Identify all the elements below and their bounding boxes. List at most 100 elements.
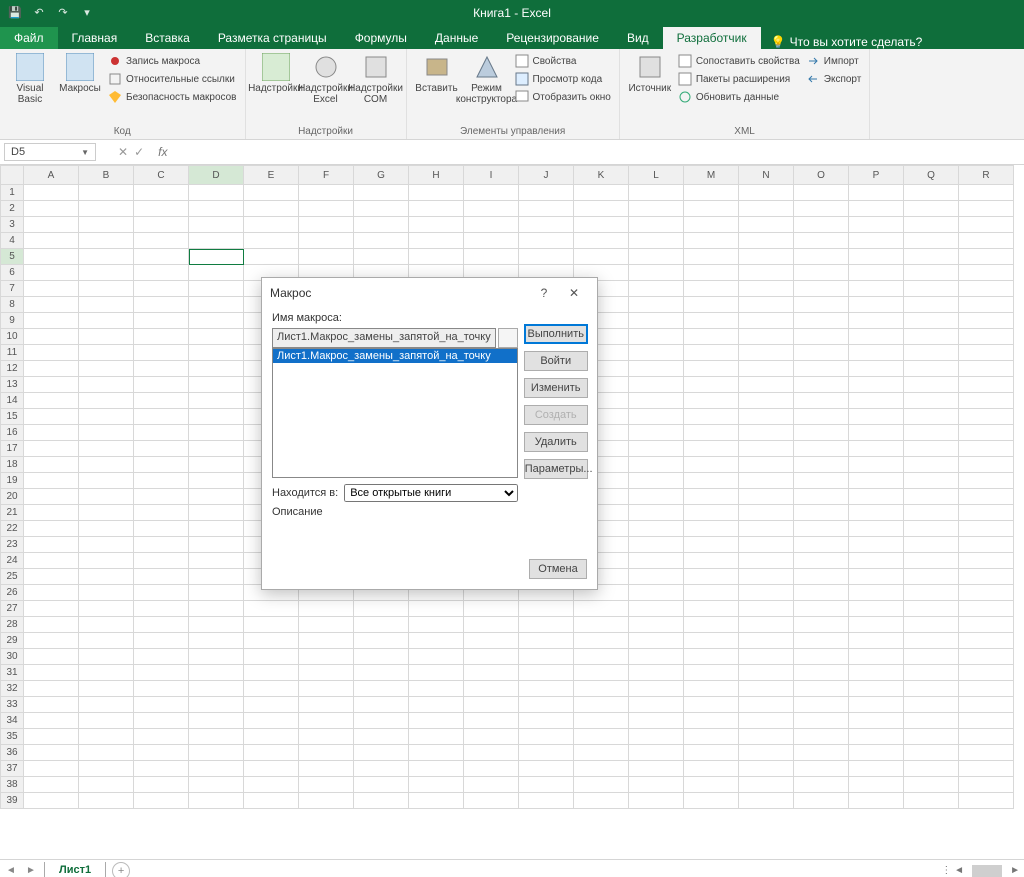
cell[interactable] bbox=[959, 633, 1014, 649]
row-header[interactable]: 22 bbox=[1, 521, 24, 537]
cell[interactable] bbox=[134, 297, 189, 313]
cell[interactable] bbox=[574, 697, 629, 713]
cell[interactable] bbox=[904, 617, 959, 633]
cell[interactable] bbox=[409, 649, 464, 665]
cell[interactable] bbox=[299, 201, 354, 217]
cell[interactable] bbox=[959, 265, 1014, 281]
cell[interactable] bbox=[519, 777, 574, 793]
cell[interactable] bbox=[464, 633, 519, 649]
cell[interactable] bbox=[134, 201, 189, 217]
cell[interactable] bbox=[739, 745, 794, 761]
cell[interactable] bbox=[464, 745, 519, 761]
cell[interactable] bbox=[189, 361, 244, 377]
cell[interactable] bbox=[189, 713, 244, 729]
row-header[interactable]: 10 bbox=[1, 329, 24, 345]
tab-formulas[interactable]: Формулы bbox=[341, 27, 421, 49]
cell[interactable] bbox=[849, 761, 904, 777]
cell[interactable] bbox=[354, 649, 409, 665]
cell[interactable] bbox=[794, 553, 849, 569]
cell[interactable] bbox=[904, 729, 959, 745]
cell[interactable] bbox=[794, 521, 849, 537]
cell[interactable] bbox=[684, 553, 739, 569]
cell[interactable] bbox=[849, 697, 904, 713]
cell[interactable] bbox=[629, 393, 684, 409]
cell[interactable] bbox=[79, 185, 134, 201]
cell[interactable] bbox=[794, 585, 849, 601]
cell[interactable] bbox=[849, 457, 904, 473]
cell[interactable] bbox=[189, 761, 244, 777]
dialog-close-button[interactable]: ✕ bbox=[559, 286, 589, 300]
cell[interactable] bbox=[739, 473, 794, 489]
tab-review[interactable]: Рецензирование bbox=[492, 27, 613, 49]
cell[interactable] bbox=[299, 601, 354, 617]
cell[interactable] bbox=[904, 233, 959, 249]
cell[interactable] bbox=[409, 777, 464, 793]
cell[interactable] bbox=[134, 409, 189, 425]
cell[interactable] bbox=[79, 505, 134, 521]
cell[interactable] bbox=[24, 361, 79, 377]
hscroll-left-icon[interactable]: ⋮ ◄ bbox=[941, 865, 964, 876]
cell[interactable] bbox=[134, 361, 189, 377]
macro-security-button[interactable]: Безопасность макросов bbox=[106, 89, 239, 105]
cell[interactable] bbox=[189, 745, 244, 761]
cell[interactable] bbox=[409, 185, 464, 201]
cell[interactable] bbox=[739, 297, 794, 313]
cell[interactable] bbox=[189, 185, 244, 201]
cell[interactable] bbox=[79, 553, 134, 569]
cell[interactable] bbox=[354, 697, 409, 713]
cell[interactable] bbox=[684, 521, 739, 537]
cell[interactable] bbox=[904, 281, 959, 297]
cell[interactable] bbox=[904, 713, 959, 729]
cell[interactable] bbox=[299, 185, 354, 201]
cell[interactable] bbox=[79, 681, 134, 697]
cell[interactable] bbox=[629, 649, 684, 665]
cell[interactable] bbox=[959, 617, 1014, 633]
cell[interactable] bbox=[134, 761, 189, 777]
cell[interactable] bbox=[794, 473, 849, 489]
cell[interactable] bbox=[904, 297, 959, 313]
cell[interactable] bbox=[24, 265, 79, 281]
cell[interactable] bbox=[189, 617, 244, 633]
cell[interactable] bbox=[24, 505, 79, 521]
excel-addins-button[interactable]: Надстройки Excel bbox=[302, 51, 350, 126]
cell[interactable] bbox=[739, 649, 794, 665]
cell[interactable] bbox=[189, 697, 244, 713]
cell[interactable] bbox=[959, 393, 1014, 409]
cell[interactable] bbox=[24, 233, 79, 249]
cell[interactable] bbox=[904, 537, 959, 553]
cell[interactable] bbox=[79, 457, 134, 473]
cell[interactable] bbox=[79, 585, 134, 601]
tab-home[interactable]: Главная bbox=[58, 27, 132, 49]
cell[interactable] bbox=[24, 729, 79, 745]
col-header[interactable]: G bbox=[354, 166, 409, 185]
macro-name-input[interactable]: Лист1.Макрос_замены_запятой_на_точку bbox=[272, 328, 496, 348]
cell[interactable] bbox=[794, 249, 849, 265]
cell[interactable] bbox=[79, 281, 134, 297]
cell[interactable] bbox=[959, 553, 1014, 569]
cell[interactable] bbox=[849, 217, 904, 233]
row-header[interactable]: 16 bbox=[1, 425, 24, 441]
col-header[interactable]: D bbox=[189, 166, 244, 185]
cell[interactable] bbox=[904, 489, 959, 505]
cell[interactable] bbox=[354, 729, 409, 745]
cell[interactable] bbox=[134, 713, 189, 729]
row-header[interactable]: 34 bbox=[1, 713, 24, 729]
step-into-button[interactable]: Войти bbox=[524, 351, 588, 371]
cell[interactable] bbox=[519, 745, 574, 761]
collapse-dialog-button[interactable] bbox=[498, 328, 518, 348]
cell[interactable] bbox=[189, 281, 244, 297]
cell[interactable] bbox=[574, 649, 629, 665]
row-header[interactable]: 23 bbox=[1, 537, 24, 553]
cell[interactable] bbox=[794, 345, 849, 361]
cell[interactable] bbox=[354, 185, 409, 201]
cell[interactable] bbox=[739, 345, 794, 361]
col-header[interactable]: J bbox=[519, 166, 574, 185]
cell[interactable] bbox=[79, 441, 134, 457]
col-header[interactable]: A bbox=[24, 166, 79, 185]
row-header[interactable]: 21 bbox=[1, 505, 24, 521]
cell[interactable] bbox=[574, 777, 629, 793]
cell[interactable] bbox=[904, 585, 959, 601]
cell[interactable] bbox=[189, 473, 244, 489]
row-header[interactable]: 9 bbox=[1, 313, 24, 329]
cell[interactable] bbox=[959, 697, 1014, 713]
